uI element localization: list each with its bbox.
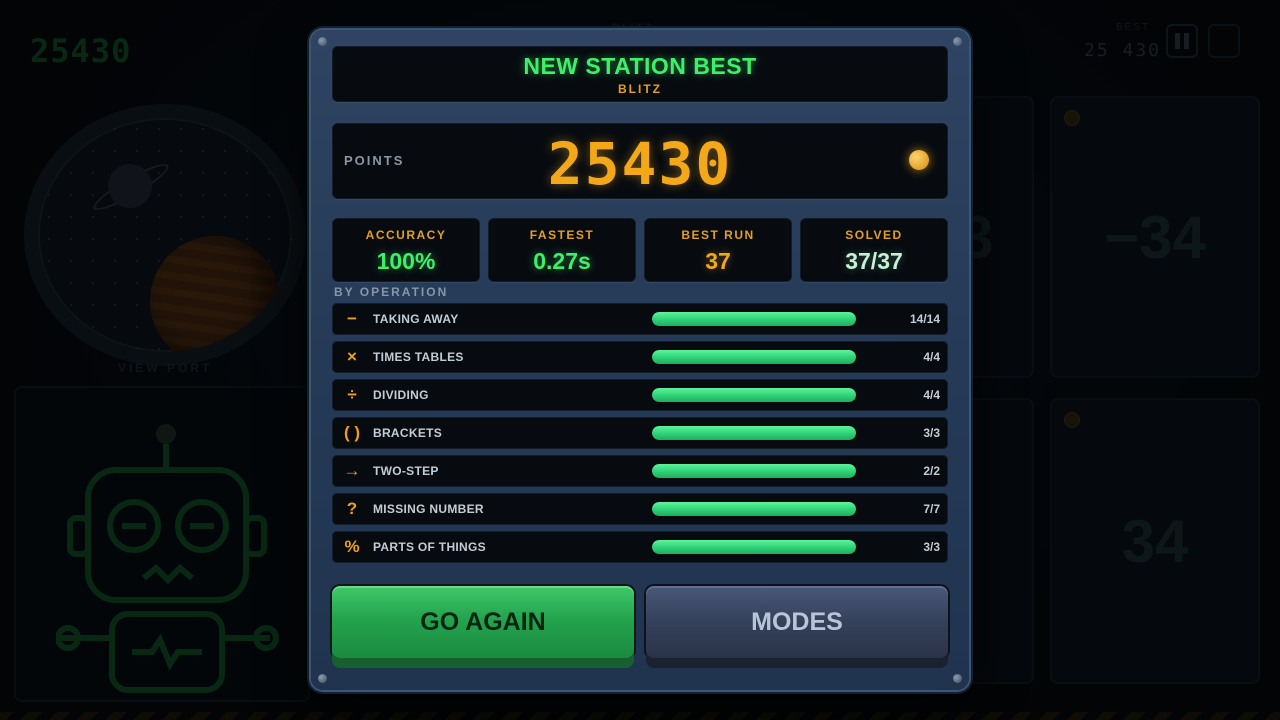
- go-again-button[interactable]: GO AGAIN: [332, 586, 634, 658]
- operation-label: TWO-STEP: [373, 464, 439, 478]
- coin-icon: [909, 150, 929, 170]
- operation-row: ? MISSING NUMBER 7/7: [332, 493, 948, 525]
- pause-icon: [1175, 33, 1180, 49]
- pause-icon-bar: [1184, 33, 1189, 49]
- operation-label: DIVIDING: [373, 388, 429, 402]
- stat-solved: SOLVED 37/37: [800, 218, 948, 282]
- answer-card-value: 3: [960, 203, 994, 271]
- answer-card-2[interactable]: −34: [1050, 96, 1260, 378]
- operation-label: MISSING NUMBER: [373, 502, 484, 516]
- stat-value: 37/37: [845, 248, 903, 274]
- modal-title: NEW STATION BEST: [523, 53, 757, 79]
- stat-value: 100%: [376, 248, 436, 274]
- progress-fill: [652, 540, 856, 554]
- operation-row: → TWO-STEP 2/2: [332, 455, 948, 487]
- operation-row: ÷ DIVIDING 4/4: [332, 379, 948, 411]
- rivet: [318, 674, 327, 683]
- operation-count: 3/3: [923, 540, 940, 554]
- hazard-stripe: [0, 712, 1280, 720]
- orange-planet: [150, 236, 280, 352]
- percent-icon: %: [344, 537, 360, 556]
- operation-label: TIMES TABLES: [373, 350, 464, 364]
- background-best-label: BEST: [1116, 22, 1151, 33]
- stat-value: 0.27s: [533, 248, 591, 274]
- progress-fill: [652, 426, 856, 440]
- brackets-icon: ( ): [343, 423, 361, 442]
- points-label: POINTS: [344, 153, 405, 168]
- operation-count: 4/4: [923, 388, 940, 402]
- stat-best-run: BEST RUN 37: [644, 218, 792, 282]
- stat-accuracy: ACCURACY 100%: [332, 218, 480, 282]
- pause-button[interactable]: [1166, 24, 1198, 58]
- answer-card-3[interactable]: [958, 398, 1034, 684]
- view-port-label: VIEW PORT: [118, 361, 213, 375]
- operation-label: BRACKETS: [373, 426, 443, 440]
- settings-button[interactable]: [1208, 24, 1240, 58]
- robot-icon: [56, 424, 279, 693]
- arrow-right-icon: →: [343, 461, 361, 480]
- stat-label: ACCURACY: [365, 228, 447, 242]
- minus-icon: −: [347, 309, 357, 328]
- view-port-window: [24, 104, 306, 366]
- stat-value: 37: [705, 248, 731, 274]
- answer-card-1[interactable]: 3: [958, 96, 1034, 378]
- operation-count: 14/14: [909, 312, 940, 326]
- progress-fill: [652, 312, 856, 326]
- stat-label: FASTEST: [529, 228, 595, 242]
- background-best-score: 25 430: [1084, 40, 1162, 61]
- rivet: [318, 37, 327, 46]
- operation-progress-bar: [652, 502, 856, 516]
- stat-label: SOLVED: [845, 228, 903, 242]
- points-value: 25430: [547, 130, 733, 198]
- answer-card-value: −34: [1104, 203, 1206, 271]
- progress-fill: [652, 502, 856, 516]
- answer-card-4[interactable]: 34: [1050, 398, 1260, 684]
- operation-progress-bar: [652, 312, 856, 326]
- rivet: [953, 37, 962, 46]
- operation-row: % PARTS OF THINGS 3/3: [332, 531, 948, 563]
- operation-progress-bar: [652, 464, 856, 478]
- operation-count: 4/4: [923, 350, 940, 364]
- mode-subtitle: BLITZ: [618, 82, 662, 96]
- operation-progress-bar: [652, 540, 856, 554]
- operation-count: 3/3: [923, 426, 940, 440]
- divide-icon: ÷: [347, 385, 357, 404]
- background-score: 25430: [30, 32, 132, 70]
- operation-label: PARTS OF THINGS: [373, 540, 486, 554]
- stat-label: BEST RUN: [681, 228, 755, 242]
- answer-card-value: 34: [1121, 507, 1189, 575]
- saturn-planet: [108, 164, 152, 208]
- operation-progress-bar: [652, 388, 856, 402]
- operation-progress-bar: [652, 426, 856, 440]
- operation-row: ( ) BRACKETS 3/3: [332, 417, 948, 449]
- progress-fill: [652, 388, 856, 402]
- operation-row: − TAKING AWAY 14/14: [332, 303, 948, 335]
- question-icon: ?: [346, 499, 358, 518]
- progress-fill: [652, 350, 856, 364]
- operation-count: 2/2: [923, 464, 940, 478]
- times-icon: ×: [347, 347, 357, 366]
- progress-fill: [652, 464, 856, 478]
- stat-fastest: FASTEST 0.27s: [488, 218, 636, 282]
- operation-count: 7/7: [923, 502, 940, 516]
- modes-button[interactable]: MODES: [646, 586, 948, 658]
- operation-label: TAKING AWAY: [373, 312, 459, 326]
- results-modal: NEW STATION BEST BLITZ POINTS 25430 ACCU…: [311, 30, 969, 690]
- rivet: [953, 674, 962, 683]
- operation-progress-bar: [652, 350, 856, 364]
- by-operation-heading: BY OPERATION: [334, 285, 449, 299]
- operation-row: × TIMES TABLES 4/4: [332, 341, 948, 373]
